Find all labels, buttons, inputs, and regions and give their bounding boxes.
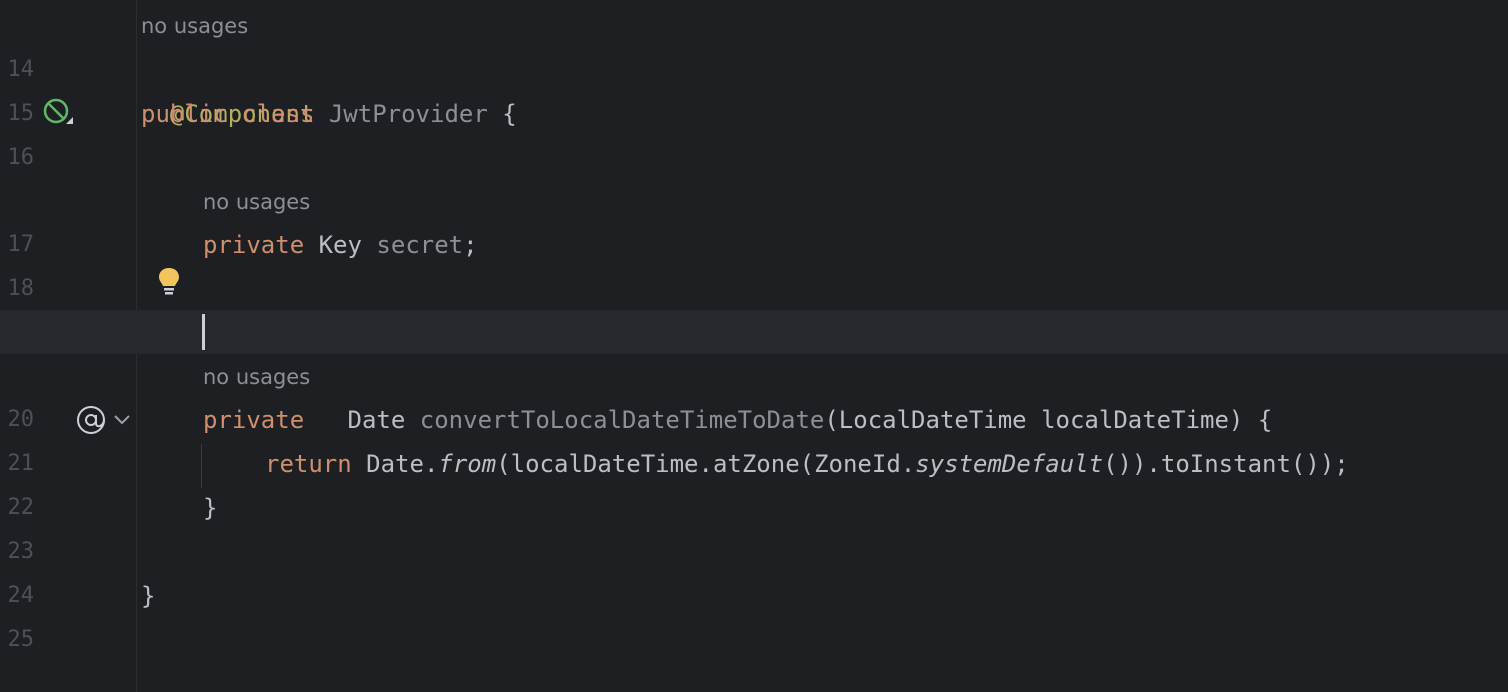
current-line-highlight [0, 310, 1508, 354]
line-number: 23 [7, 539, 35, 564]
static-method-token: systemDefault [915, 450, 1104, 478]
indent-guide [201, 444, 202, 488]
type-token: Date [347, 406, 406, 434]
line-number: 25 [7, 627, 35, 652]
line-number: 21 [7, 451, 35, 476]
keyword-token: private [203, 231, 305, 259]
code-line-24[interactable]: } [141, 574, 155, 618]
brace-token: } [141, 582, 156, 610]
usages-hint[interactable]: no usages [203, 355, 310, 399]
line-number: 15 [7, 101, 35, 126]
keyword-token: class [242, 100, 315, 128]
spring-bean-icon[interactable] [42, 98, 74, 128]
line-number: 20 [7, 407, 35, 432]
semicolon-token: ; [463, 231, 478, 259]
method-name-token: convertToLocalDateTimeToDate [419, 406, 825, 434]
code-line-14[interactable]: @Component [141, 48, 315, 128]
static-method-token: from [438, 450, 497, 478]
keyword-token: private [203, 406, 305, 434]
chevron-down-icon[interactable] [113, 412, 131, 426]
line-number: 22 [7, 495, 35, 520]
code-line-17[interactable]: private Key secret; [203, 223, 478, 267]
usages-hint[interactable]: no usages [141, 4, 248, 48]
class-name-token: JwtProvider [328, 100, 488, 128]
brace-token: { [502, 100, 517, 128]
code-token: ()).toInstant()); [1103, 450, 1349, 478]
text-caret [202, 314, 205, 350]
keyword-token: return [265, 450, 352, 478]
code-token: Date. [366, 450, 439, 478]
line-number: 24 [7, 583, 35, 608]
code-line-20[interactable]: private Date convertToLocalDateTimeToDat… [203, 398, 1272, 442]
line-number: 17 [7, 232, 35, 257]
brace-token: } [203, 494, 218, 522]
field-name-token: secret [376, 231, 464, 259]
type-token: Key [318, 231, 362, 259]
lightbulb-icon[interactable] [157, 266, 181, 298]
line-number: 16 [7, 145, 35, 170]
params-token: (LocalDateTime localDateTime) { [824, 406, 1273, 434]
code-line-21[interactable]: return Date.from(localDateTime.atZone(Zo… [265, 442, 1349, 486]
keyword-token: public [141, 100, 228, 128]
line-number: 14 [7, 57, 35, 82]
code-token: (localDateTime.atZone(ZoneId. [496, 450, 916, 478]
usages-hint[interactable]: no usages [203, 180, 310, 224]
code-line-15[interactable]: public class JwtProvider { [141, 92, 517, 136]
annotation-at-icon[interactable] [75, 404, 107, 436]
line-number: 18 [7, 276, 35, 301]
code-line-22[interactable]: } [203, 486, 217, 530]
